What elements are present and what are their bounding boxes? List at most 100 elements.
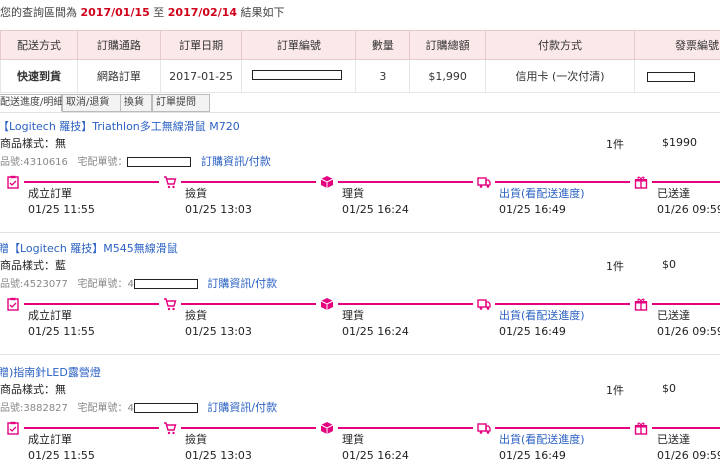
order-table-header: 配送方式 訂購通路 訂單日期 訂單編號 數量 訂購總額 付款方式 發票編號	[1, 31, 720, 60]
delivery-label: 宅配單號：	[77, 279, 127, 290]
progress-line	[495, 427, 630, 429]
step-label: 撿貨	[185, 307, 207, 323]
step-label: 已送達	[657, 431, 690, 447]
style-value: 無	[55, 383, 66, 396]
order-info-link[interactable]: 訂購資訊/付款	[207, 401, 277, 414]
progress-line	[495, 303, 630, 305]
cell-date: 2017-01-25	[160, 60, 242, 93]
step-label[interactable]: 出貨(看配送進度)	[499, 307, 585, 323]
cart-icon	[163, 174, 177, 188]
progress-line	[181, 303, 316, 305]
redaction-bar	[252, 70, 342, 80]
cell-qty: 3	[356, 60, 410, 93]
clipboard-icon	[6, 420, 20, 434]
product-divider	[0, 354, 720, 355]
step-time: 01/25 11:55	[28, 325, 95, 338]
truck-icon	[477, 420, 491, 434]
step-time: 01/25 16:24	[342, 325, 409, 338]
step-label[interactable]: 出貨(看配送進度)	[499, 431, 585, 447]
product-name[interactable]: 贈【Logitech 羅技】M545無線滑鼠	[0, 240, 178, 256]
redaction-bar	[134, 279, 198, 289]
order-info-link[interactable]: 訂購資訊/付款	[201, 155, 271, 168]
query-mid: 至	[153, 6, 164, 19]
order-table: 配送方式 訂購通路 訂單日期 訂單編號 數量 訂購總額 付款方式 發票編號 快速…	[0, 30, 720, 93]
redaction-bar	[647, 72, 695, 82]
step-label[interactable]: 出貨(看配送進度)	[499, 185, 585, 201]
tab-exchange[interactable]: 換貨	[120, 94, 152, 112]
order-info-link[interactable]: 訂購資訊/付款	[207, 277, 277, 290]
code-value: 3882827	[23, 403, 68, 414]
progress-line	[495, 181, 630, 183]
cell-channel: 網路訂單	[78, 60, 161, 93]
style-label: 商品樣式：	[0, 383, 55, 396]
step-time: 01/25 16:24	[342, 449, 409, 462]
step-label: 已送達	[657, 185, 690, 201]
cart-icon	[163, 420, 177, 434]
query-prefix: 您的查詢區間為	[0, 6, 77, 19]
product-codes: 品號:4523077 宅配單號：4 訂購資訊/付款	[0, 275, 277, 291]
redaction-bar	[134, 403, 198, 413]
box-icon	[320, 296, 334, 310]
step-time: 01/25 13:03	[185, 203, 252, 216]
code-value: 4310616	[23, 157, 68, 168]
tabs-divider	[0, 112, 720, 113]
product-price: $0	[662, 258, 676, 271]
step-label: 撿貨	[185, 185, 207, 201]
progress-line	[181, 427, 316, 429]
step-time: 01/26 09:59	[657, 203, 720, 216]
col-channel: 訂購通路	[78, 31, 161, 60]
progress-line	[652, 303, 720, 305]
redaction-bar	[127, 157, 191, 167]
code-label: 品號:	[0, 403, 23, 414]
progress-line	[652, 181, 720, 183]
box-icon	[320, 420, 334, 434]
progress-line	[24, 181, 159, 183]
gift-icon	[634, 174, 648, 188]
delivery-label: 宅配單號：	[77, 157, 127, 168]
progress-line	[24, 427, 159, 429]
progress-line	[24, 303, 159, 305]
gift-icon	[634, 420, 648, 434]
progress-line	[338, 303, 473, 305]
style-value: 無	[55, 137, 66, 150]
product-price: $1990	[662, 136, 697, 149]
product-name[interactable]: 贈)指南針LED露營燈	[0, 364, 101, 380]
col-qty: 數量	[356, 31, 410, 60]
product-qty: 1件	[606, 258, 624, 274]
col-total: 訂購總額	[410, 31, 486, 60]
cell-total: $1,990	[410, 60, 486, 93]
cart-icon	[163, 296, 177, 310]
cell-invoice	[634, 60, 720, 93]
tab-order-question[interactable]: 訂單提問	[152, 94, 210, 112]
query-range-text: 您的查詢區間為 2017/01/15 至 2017/02/14 結果如下	[0, 4, 285, 20]
progress-line	[652, 427, 720, 429]
product-style: 商品樣式：藍	[0, 257, 66, 273]
col-order-no: 訂單編號	[242, 31, 356, 60]
step-time: 01/25 13:03	[185, 325, 252, 338]
tab-shipping-progress[interactable]: 配送進度/明細	[0, 94, 62, 112]
tab-cancel-return[interactable]: 取消/退貨	[62, 94, 122, 112]
truck-icon	[477, 174, 491, 188]
product-name[interactable]: 【Logitech 羅技】Triathlon多工無線滑鼠 M720	[0, 118, 240, 134]
cell-payment: 信用卡 (一次付清)	[486, 60, 635, 93]
product-codes: 品號:4310616 宅配單號： 訂購資訊/付款	[0, 153, 271, 169]
step-time: 01/25 11:55	[28, 203, 95, 216]
col-shipping: 配送方式	[1, 31, 78, 60]
step-label: 理貨	[342, 307, 364, 323]
col-payment: 付款方式	[486, 31, 635, 60]
step-time: 01/25 16:49	[499, 449, 566, 462]
step-label: 撿貨	[185, 431, 207, 447]
step-time: 01/25 11:55	[28, 449, 95, 462]
product-price: $0	[662, 382, 676, 395]
box-icon	[320, 174, 334, 188]
step-label: 成立訂單	[28, 185, 72, 201]
cell-order-no: 2017012556516	[242, 60, 356, 93]
truck-icon	[477, 296, 491, 310]
query-suffix: 結果如下	[241, 6, 285, 19]
product-qty: 1件	[606, 382, 624, 398]
product-codes: 品號:3882827 宅配單號：4 訂購資訊/付款	[0, 399, 277, 415]
step-time: 01/25 13:03	[185, 449, 252, 462]
style-label: 商品樣式：	[0, 259, 55, 272]
clipboard-icon	[6, 174, 20, 188]
product-style: 商品樣式：無	[0, 381, 66, 397]
